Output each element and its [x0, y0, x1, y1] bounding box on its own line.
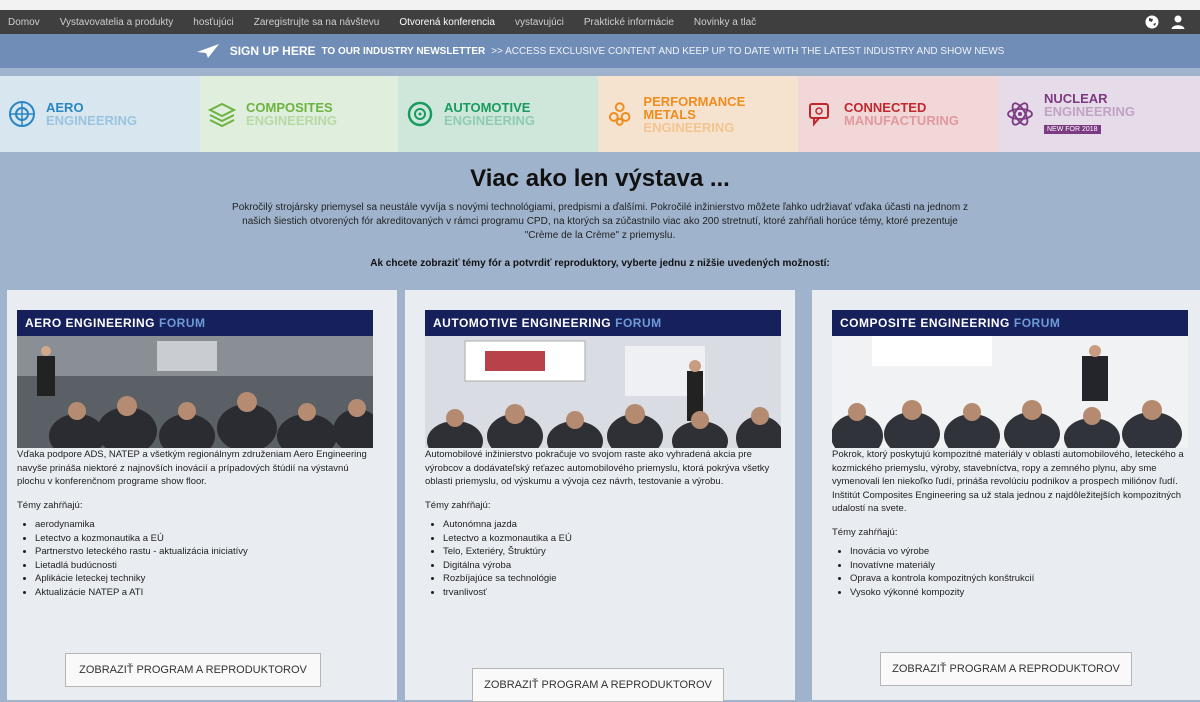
layers-icon — [208, 102, 236, 128]
topic-item: Letectvo a kozmonautika a EÚ — [443, 532, 781, 546]
topic-item: Rozbíjajúce sa technológie — [443, 572, 781, 586]
forum-card-automotive: AUTOMOTIVE ENGINEERING FORUM Automobilov… — [405, 290, 795, 702]
topic-item: Digitálna výroba — [443, 559, 781, 573]
topic-item: Vysoko výkonné kompozity — [850, 586, 1188, 600]
main-nav: Domov Vystavovatelia a produkty hosťujúc… — [0, 10, 1200, 34]
topic-item: Aktualizácie NATEP a ATI — [35, 586, 373, 600]
view-program-button[interactable]: ZOBRAZIŤ PROGRAM A REPRODUKTOROV — [65, 653, 321, 687]
newsletter-text: >> ACCESS EXCLUSIVE CONTENT AND KEEP UP … — [491, 45, 1005, 57]
topic-item: Letectvo a kozmonautika a EÚ — [35, 532, 373, 546]
newsletter-subtitle: TO OUR INDUSTRY NEWSLETTER — [321, 45, 486, 57]
molecule-icon — [608, 102, 631, 126]
card-description: Pokrok, ktorý poskytujú kompozitné mater… — [832, 449, 1184, 514]
topics-list: aerodynamika Letectvo a kozmonautika a E… — [17, 518, 373, 599]
banner-automotive[interactable]: AUTOMOTIVE ENGINEERING — [398, 76, 598, 152]
nav-item-exhibiting[interactable]: vystavujúci — [515, 17, 564, 28]
topics-list: Inovácia vo výrobe Inovatívne materiály … — [832, 545, 1188, 599]
topic-item: Lietadlá budúcnosti — [35, 559, 373, 573]
new-badge: NEW FOR 2018 — [1044, 125, 1101, 134]
banner-performance-metals[interactable]: PERFORMANCE METALS ENGINEERING — [598, 76, 798, 152]
topics-label: Témy zahŕňajú: — [832, 526, 898, 538]
topic-item: aerodynamika — [35, 518, 373, 532]
chat-icon — [809, 103, 829, 127]
nav-item-exhibitors[interactable]: Vystavovatelia a produkty — [60, 17, 174, 28]
select-instruction: Ak chcete zobraziť témy fór a potvrdiť r… — [370, 258, 830, 269]
forum-card-composite: COMPOSITE ENGINEERING FORUM Pokrok, ktor… — [812, 290, 1200, 700]
paper-plane-icon — [196, 44, 219, 58]
turbine-icon — [9, 101, 35, 127]
nav-item-guests[interactable]: hosťujúci — [193, 17, 233, 28]
card-description-container: Vďaka podpore ADS, NATEP a všetkým regio… — [17, 448, 373, 599]
globe-icon[interactable] — [1144, 14, 1160, 30]
browser-strip — [0, 0, 1200, 10]
topic-item: Autonómna jazda — [443, 518, 781, 532]
banner-composites-sub: ENGINEERING — [246, 113, 338, 128]
banner-metals-sub: ENGINEERING — [643, 119, 735, 135]
topic-item: Partnerstvo leteckého rastu - aktualizác… — [35, 545, 373, 559]
nav-item-practical-info[interactable]: Praktické informácie — [584, 17, 674, 28]
view-program-button[interactable]: ZOBRAZIŤ PROGRAM A REPRODUKTOROV — [472, 668, 724, 702]
card-header-suffix: FORUM — [615, 316, 662, 330]
banner-connected-sub: MANUFACTURING — [844, 113, 959, 128]
banner-automotive-sub: ENGINEERING — [444, 113, 536, 128]
conference-photo — [832, 336, 1188, 448]
shows-banner: AERO ENGINEERING COMPOSITES ENGINEERING … — [0, 76, 1200, 152]
nav-item-news[interactable]: Novinky a tlač — [694, 17, 756, 28]
topics-label: Témy zahŕňajú: — [425, 499, 491, 511]
conference-photo — [425, 336, 781, 448]
topic-item: Aplikácie leteckej techniky — [35, 572, 373, 586]
topic-item: trvanlivosť — [443, 586, 781, 600]
banner-connected[interactable]: CONNECTED MANUFACTURING — [798, 76, 998, 152]
nav-item-register[interactable]: Zaregistrujte sa na návštevu — [254, 17, 380, 28]
banner-metals-title: PERFORMANCE METALS — [643, 93, 746, 122]
conference-photo — [17, 336, 373, 448]
page-title: Viac ako len výstava ... — [470, 165, 730, 192]
card-description: Automobilové inžinierstvo pokračuje vo s… — [425, 449, 770, 487]
banner-nuclear[interactable]: NUCLEAR ENGINEERING NEW FOR 2018 — [998, 76, 1200, 152]
atom-icon — [1007, 102, 1033, 126]
card-description: Vďaka podpore ADS, NATEP a všetkým regio… — [17, 449, 367, 487]
card-header: COMPOSITE ENGINEERING FORUM — [832, 310, 1188, 336]
card-header: AERO ENGINEERING FORUM — [17, 310, 373, 336]
newsletter-banner[interactable]: SIGN UP HERE TO OUR INDUSTRY NEWSLETTER … — [0, 34, 1200, 68]
user-icon[interactable] — [1170, 14, 1186, 30]
card-header-suffix: FORUM — [159, 316, 206, 330]
forum-card-aero: AERO ENGINEERING FORUM Vďaka podpore ADS… — [7, 290, 397, 700]
banner-nuclear-sub: ENGINEERING — [1044, 104, 1136, 119]
banner-aero-sub: ENGINEERING — [46, 113, 138, 128]
card-header-suffix: FORUM — [1013, 316, 1061, 330]
topics-list: Autonómna jazda Letectvo a kozmonautika … — [425, 518, 781, 599]
card-description-container: Automobilové inžinierstvo pokračuje vo s… — [425, 448, 781, 599]
card-description-container: Pokrok, ktorý poskytujú kompozitné mater… — [832, 448, 1188, 599]
nav-item-home[interactable]: Domov — [8, 17, 40, 28]
topics-label: Témy zahŕňajú: — [17, 499, 83, 511]
card-header: AUTOMOTIVE ENGINEERING FORUM — [425, 310, 781, 336]
card-header-title: COMPOSITE ENGINEERING — [840, 316, 1010, 330]
topic-item: Oprava a kontrola kompozitných konštrukc… — [850, 572, 1188, 586]
card-header-title: AERO ENGINEERING — [25, 316, 156, 330]
steering-wheel-icon — [407, 101, 433, 127]
banner-composites[interactable]: COMPOSITES ENGINEERING — [200, 76, 398, 152]
topic-item: Telo, Exteriéry, Štruktúry — [443, 545, 781, 559]
card-header-title: AUTOMOTIVE ENGINEERING — [433, 316, 612, 330]
topic-item: Inovácia vo výrobe — [850, 545, 1188, 559]
intro-paragraph: Pokročilý strojársky priemysel sa neustá… — [232, 202, 968, 241]
view-program-button[interactable]: ZOBRAZIŤ PROGRAM A REPRODUKTOROV — [880, 652, 1132, 686]
nav-item-open-conference[interactable]: Otvorená konferencia — [399, 17, 495, 28]
topic-item: Inovatívne materiály — [850, 559, 1188, 573]
banner-aero[interactable]: AERO ENGINEERING — [0, 76, 200, 152]
newsletter-cta: SIGN UP HERE — [229, 44, 316, 58]
